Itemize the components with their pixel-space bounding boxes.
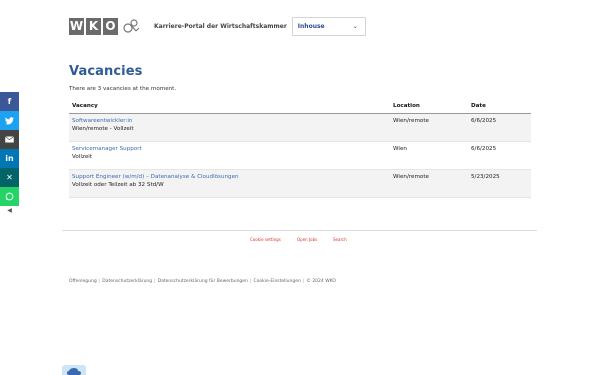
job-subtitle: Vollzeit oder Teilzeit ab 32 Std/W	[72, 182, 164, 188]
company-select-value: Inhouse	[297, 22, 325, 30]
whatsapp-icon	[5, 192, 14, 201]
wko-symbol-icon	[123, 19, 140, 33]
whatsapp-share-button[interactable]	[0, 187, 19, 206]
site-header: W K O Karriere-Portal der Wirtschaftskam…	[69, 15, 366, 37]
email-share-button[interactable]	[0, 130, 19, 149]
location-cell: Wien	[393, 146, 407, 152]
separator: |	[98, 279, 101, 284]
facebook-icon: f	[7, 97, 12, 106]
xing-icon: ✕	[6, 173, 13, 182]
linkedin-icon: in	[5, 154, 14, 163]
search-link[interactable]: Search	[333, 237, 347, 242]
privacy-link[interactable]: Datenschutzerklärung	[102, 279, 152, 284]
date-cell: 6/6/2025	[471, 146, 497, 152]
footer-divider	[62, 230, 537, 231]
page-title: Vacancies	[69, 64, 143, 79]
job-subtitle: Wien/remote - Vollzeit	[72, 126, 134, 132]
cookie-preferences-link[interactable]: Cookie-Einstellungen	[253, 279, 300, 284]
collapse-share-arrow-icon[interactable]: ◀	[0, 206, 19, 214]
header-location[interactable]: Location	[393, 103, 471, 109]
logo-letter-k: K	[86, 17, 101, 35]
job-link[interactable]: Servicemanager Support	[72, 146, 393, 153]
twitter-icon	[5, 116, 14, 124]
header-date[interactable]: Date	[471, 103, 531, 109]
vacancy-cell: Softwareentwickler:in Wien/remote - Voll…	[69, 118, 393, 133]
cloud-icon	[67, 368, 81, 375]
wko-logo[interactable]: W K O	[69, 17, 140, 36]
facebook-share-button[interactable]: f	[0, 92, 19, 111]
logo-letter-o: O	[103, 17, 118, 35]
portal-title: Karriere-Portal der Wirtschaftskammer	[154, 22, 287, 30]
table-row: Support Engineer (w/m/d) – Datenanalyse …	[69, 170, 531, 198]
job-subtitle: Vollzeit	[72, 154, 93, 160]
open-jobs-link[interactable]: Open Jobs	[297, 237, 317, 242]
vacancy-count: There are 3 vacancies at the moment.	[69, 86, 177, 92]
separator: |	[302, 279, 305, 284]
privacy-applications-link[interactable]: Datenschutzerklärung für Bewerbungen	[158, 279, 248, 284]
logo-letter-w: W	[69, 17, 84, 35]
date-cell: 5/23/2025	[471, 174, 500, 180]
separator: |	[249, 279, 252, 284]
vacancy-cell: Servicemanager Support Vollzeit	[69, 146, 393, 161]
envelope-icon	[5, 136, 14, 143]
vacancy-cell: Support Engineer (w/m/d) – Datenanalyse …	[69, 174, 393, 189]
header-vacancy[interactable]: Vacancy	[69, 103, 393, 109]
social-share-bar: f in ✕ ◀	[0, 92, 19, 214]
vacancies-table: Vacancy Location Date Softwareentwickler…	[69, 98, 531, 198]
company-select[interactable]: Inhouse ⌄	[291, 16, 366, 36]
cookie-settings-link[interactable]: Cookie settings	[250, 237, 281, 242]
chevron-down-icon: ⌄	[352, 22, 358, 30]
table-header: Vacancy Location Date	[69, 98, 531, 114]
linkedin-share-button[interactable]: in	[0, 149, 19, 168]
location-cell: Wien/remote	[393, 118, 429, 124]
table-row: Servicemanager Support Vollzeit Wien 6/6…	[69, 142, 531, 170]
separator: |	[154, 279, 156, 284]
legal-links: Offenlegung | Datenschutzerklärung | Datensc…	[69, 279, 336, 284]
xing-share-button[interactable]: ✕	[0, 168, 19, 187]
floating-chat-button[interactable]	[62, 365, 86, 375]
job-link[interactable]: Support Engineer (w/m/d) – Datenanalyse …	[72, 174, 393, 181]
copyright: © 2024 WKO	[306, 279, 336, 284]
job-link[interactable]: Softwareentwickler:in	[72, 118, 393, 125]
twitter-share-button[interactable]	[0, 111, 19, 130]
table-row: Softwareentwickler:in Wien/remote - Voll…	[69, 114, 531, 142]
imprint-link[interactable]: Offenlegung	[69, 279, 97, 284]
date-cell: 6/6/2025	[471, 118, 497, 124]
location-cell: Wien/remote	[393, 174, 429, 180]
